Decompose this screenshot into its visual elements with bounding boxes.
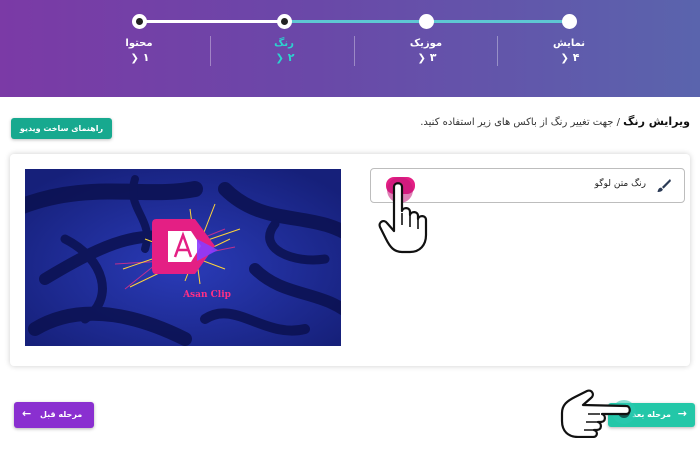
step-label-display[interactable]: نمایش	[524, 38, 614, 49]
arrow-left-icon: ←	[22, 407, 32, 420]
step-divider	[497, 36, 498, 66]
chevron-right-icon: ❯	[275, 53, 284, 64]
title-separator: /	[616, 117, 620, 128]
pointing-hand-icon	[378, 177, 428, 254]
step-label-music[interactable]: موزیک	[381, 38, 471, 49]
progress-track-completed	[139, 20, 285, 23]
video-preview-frame	[25, 169, 341, 346]
arrow-right-icon: →	[677, 407, 687, 420]
step-divider	[210, 36, 211, 66]
stepper-header: محتوا رنگ موزیک نمایش ❯ ۱ ❯ ۲ ❯ ۳ ❯ ۴	[0, 0, 700, 97]
chevron-right-icon: ❯	[417, 53, 426, 64]
step-label-content[interactable]: محتوا	[94, 38, 184, 49]
pointing-hand-icon	[560, 389, 636, 438]
video-logo-caption: Asan Clip	[183, 290, 231, 300]
previous-step-button[interactable]: ← مرحله قبل	[14, 402, 94, 428]
chevron-right-icon: ❯	[130, 53, 139, 64]
color-edit-panel: رنگ متن لوگو Asan Clip	[10, 154, 690, 366]
step-dot-music[interactable]	[419, 14, 434, 29]
step-number-display: ❯ ۴	[560, 51, 580, 64]
step-number-content: ❯ ۱	[130, 51, 150, 64]
page-title: ویرایش رنگ	[623, 115, 690, 128]
step-number-color: ❯ ۲	[275, 51, 295, 64]
page-instruction: جهت تغییر رنگ از باکس های زیر استفاده کن…	[420, 117, 614, 128]
page-heading: ویرایش رنگ / جهت تغییر رنگ از باکس های ز…	[420, 115, 690, 133]
chevron-right-icon: ❯	[560, 53, 569, 64]
video-preview[interactable]: Asan Clip	[25, 169, 341, 346]
step-dot-display[interactable]	[562, 14, 577, 29]
video-guide-button[interactable]: راهنمای ساخت ویدیو	[11, 118, 112, 139]
paint-brush-icon	[657, 179, 671, 192]
color-field-label: رنگ متن لوگو	[594, 179, 646, 189]
step-divider	[354, 36, 355, 66]
step-dot-color[interactable]	[277, 14, 292, 29]
step-label-color[interactable]: رنگ	[239, 38, 329, 49]
step-number-music: ❯ ۳	[417, 51, 437, 64]
step-dot-content[interactable]	[132, 14, 147, 29]
